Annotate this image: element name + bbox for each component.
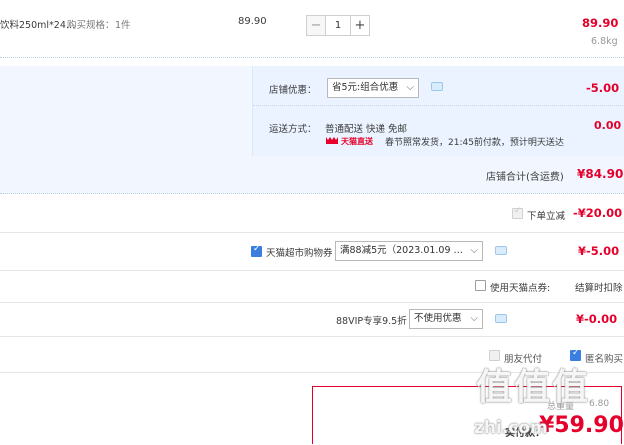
shop-discount-value: 省5元:组合优惠 <box>332 82 399 93</box>
coupon-checkbox[interactable] <box>251 244 262 257</box>
quantity-increase-button[interactable]: + <box>350 15 370 36</box>
item-subtotal: 89.90 <box>582 16 619 30</box>
shop-summary-area: 店铺优惠： 省5元:组合优惠 ⌵ -5.00 运送方式： 普通配送 快递 免邮 … <box>0 66 624 194</box>
shop-discount-select[interactable]: 省5元:组合优惠 ⌵ <box>327 78 419 98</box>
anonymous-label: 匿名购买 <box>585 354 624 365</box>
divider <box>0 336 624 337</box>
divider <box>0 270 624 271</box>
chevron-down-icon: ⌵ <box>406 82 414 93</box>
vip-amount: ¥-0.00 <box>576 312 618 326</box>
shop-total-label: 店铺合计(含运费) <box>486 172 564 183</box>
shop-discount-label: 店铺优惠： <box>269 85 317 96</box>
spec-label: 购买规格： <box>67 20 115 31</box>
coupon-label: 天猫超市购物券 <box>266 248 333 259</box>
divider <box>253 105 624 106</box>
shop-total-amount: ¥84.90 <box>577 167 624 181</box>
shipping-note: 春节照常发货，21:45前付款，预计明天送达 <box>385 138 564 148</box>
instant-discount-amount: -¥20.00 <box>573 206 623 220</box>
points-note: 结算时扣除 <box>575 283 623 294</box>
coupon-value: 满88减5元（2023.01.09 … <box>340 245 464 256</box>
chevron-down-icon: ⌵ <box>470 313 478 324</box>
shipping-label: 运送方式： <box>269 124 317 135</box>
watermark-domain: zhi.com <box>474 418 548 438</box>
divider <box>0 302 624 303</box>
quantity-stepper: − 1 + <box>306 15 370 36</box>
coupon-select[interactable]: 满88减5元（2023.01.09 … ⌵ <box>335 241 483 261</box>
message-icon[interactable] <box>431 82 443 91</box>
watermark-logo: 值值值 <box>476 367 591 408</box>
shop-options-panel: 店铺优惠： 省5元:组合优惠 ⌵ -5.00 运送方式： 普通配送 快递 免邮 … <box>252 66 624 156</box>
tmall-direct-badge: 天猫直送 <box>341 137 373 146</box>
unit-price: 89.90 <box>238 16 267 27</box>
points-label: 使用天猫点券: <box>490 283 551 294</box>
instant-discount-label: 下单立减 <box>527 211 566 222</box>
instant-discount-checkbox[interactable] <box>512 206 523 219</box>
chevron-down-icon: ⌵ <box>470 245 478 256</box>
quantity-input[interactable]: 1 <box>326 15 350 36</box>
vip-select[interactable]: 不使用优惠 ⌵ <box>409 309 483 329</box>
coupon-amount: ¥-5.00 <box>578 244 620 258</box>
item-weight: 6.8kg <box>591 36 618 47</box>
vip-label: 88VIP专享9.5折 <box>336 316 407 327</box>
shipping-amount: 0.00 <box>594 119 622 132</box>
message-icon[interactable] <box>495 246 507 255</box>
tmall-cat-icon <box>325 136 339 145</box>
points-checkbox[interactable] <box>475 280 486 291</box>
total-weight-value: 6.80 <box>589 399 610 409</box>
divider <box>0 232 624 233</box>
product-name[interactable]: 饮料250ml*24… <box>0 17 75 31</box>
shop-discount-amount: -5.00 <box>586 81 620 95</box>
shipping-method[interactable]: 普通配送 快递 免邮 <box>325 121 407 135</box>
actual-pay-amount: ¥59.90 <box>539 413 624 438</box>
quantity-decrease-button[interactable]: − <box>306 15 326 36</box>
vip-value: 不使用优惠 <box>414 313 462 324</box>
spec-value: 1件 <box>115 20 131 31</box>
message-icon[interactable] <box>495 314 507 323</box>
order-item-row: 饮料250ml*24… 购买规格： 1件 89.90 − 1 + 89.90 6… <box>0 0 624 58</box>
